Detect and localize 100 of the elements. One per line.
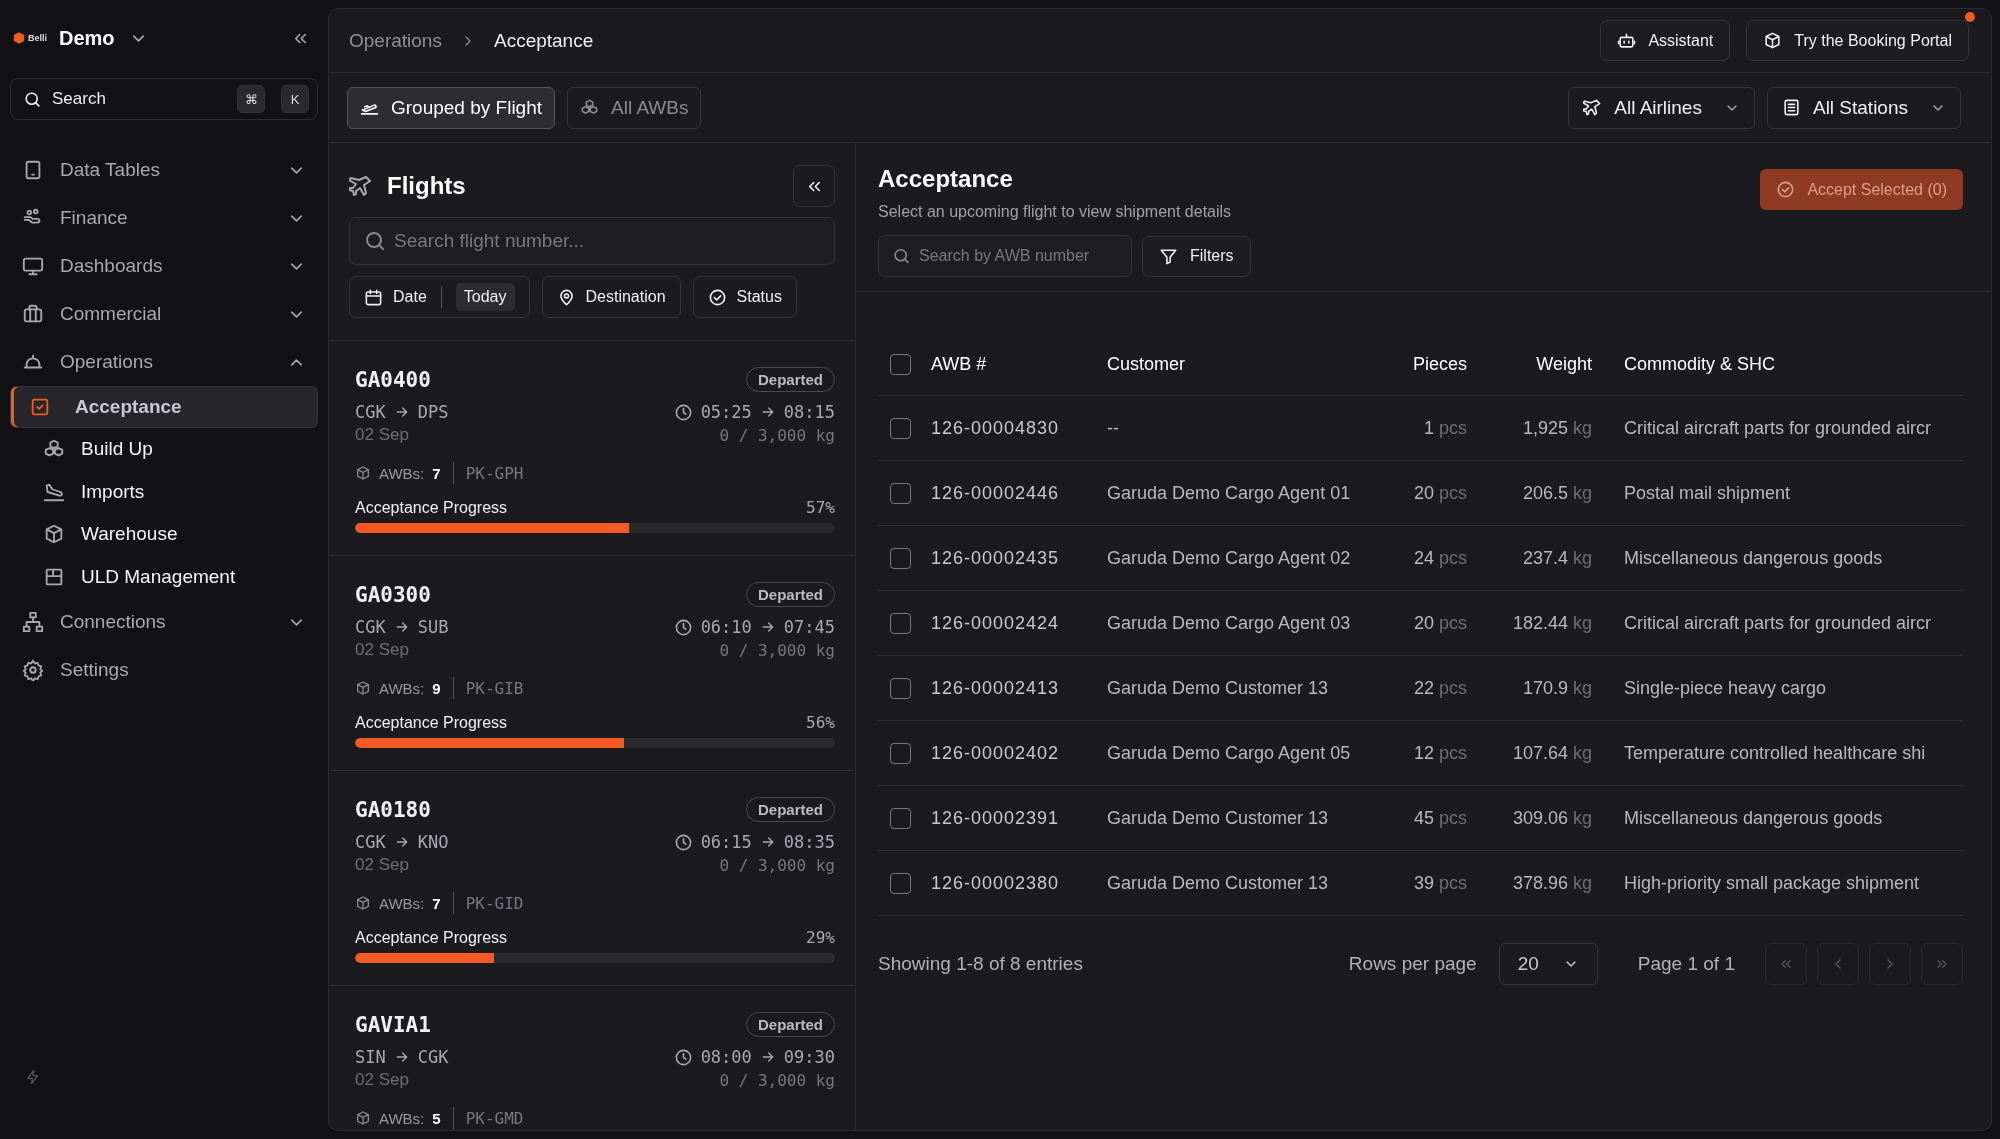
monitor-icon bbox=[22, 255, 44, 277]
flight-card[interactable]: GA0400 Departed CGK DPS 05:25 08:15 02 Sep 0 / 3,000 kg AWBs: 7 PK-GPH Acceptance Progress 57% bbox=[329, 341, 855, 556]
collapse-panel-button[interactable] bbox=[793, 165, 835, 207]
nav-subitem[interactable]: Acceptance bbox=[10, 386, 318, 428]
nav-item[interactable]: Finance bbox=[10, 194, 318, 242]
checkbox[interactable] bbox=[890, 807, 911, 829]
package-icon bbox=[355, 1110, 371, 1126]
search-icon bbox=[23, 89, 42, 109]
view-tab[interactable]: All AWBs bbox=[567, 86, 702, 129]
search-field[interactable]: Search ⌘ K bbox=[10, 78, 318, 120]
progress-label: Acceptance Progress bbox=[355, 498, 508, 517]
checkbox[interactable] bbox=[890, 354, 911, 375]
nav-item[interactable]: Settings bbox=[10, 646, 318, 694]
breadcrumb-item: Acceptance bbox=[493, 29, 594, 52]
subtitle: Select an upcoming flight to view shipment details bbox=[878, 203, 1232, 221]
nav-item[interactable]: Commercial bbox=[10, 290, 318, 338]
search-field[interactable]: Search by AWB number bbox=[878, 235, 1132, 277]
flight-date: 02 Sep bbox=[355, 424, 409, 446]
header-button[interactable]: Assistant bbox=[1600, 20, 1731, 61]
filter-chip[interactable]: Status bbox=[692, 276, 797, 318]
package-icon bbox=[355, 680, 371, 696]
table-cell-text: 126-00002446 bbox=[931, 482, 1061, 504]
awb-count-label: AWBs: bbox=[379, 464, 425, 482]
table-cell-text: 1,925 kg bbox=[1521, 417, 1592, 439]
nav-subitem[interactable]: Build Up bbox=[10, 428, 318, 471]
checkbox[interactable] bbox=[890, 742, 911, 764]
clock-icon bbox=[673, 832, 693, 852]
table-cell-text: 1 pcs bbox=[1422, 417, 1467, 439]
table-cell-text: Miscellaneous dangerous goods bbox=[1623, 807, 1884, 829]
search-field[interactable]: Search flight number... bbox=[349, 217, 835, 265]
shortcut-key: ⌘ bbox=[237, 85, 265, 113]
nav-item[interactable]: Operations bbox=[10, 338, 318, 386]
table-cell-text: Critical aircraft parts for grounded aircr bbox=[1623, 417, 1933, 439]
checkbox[interactable] bbox=[890, 872, 911, 894]
nav-subitem[interactable]: Imports bbox=[10, 470, 318, 513]
aircraft-registration: PK-GIB bbox=[465, 678, 524, 698]
flight-card[interactable]: GA0180 Departed CGK KNO 06:15 08:35 02 Sep 0 / 3,000 kg AWBs: 7 PK-GID Acceptance Progress 29% bbox=[329, 771, 855, 986]
calendar-icon bbox=[364, 287, 383, 307]
clock-icon bbox=[673, 402, 693, 422]
nav-item[interactable]: Data Tables bbox=[10, 146, 318, 194]
checkbox[interactable] bbox=[890, 677, 911, 699]
checkbox[interactable] bbox=[890, 547, 911, 569]
awb-count: 7 bbox=[432, 464, 441, 482]
view-tab[interactable]: Grouped by Flight bbox=[347, 86, 556, 129]
table-cell-text: 126-00002380 bbox=[931, 872, 1061, 894]
flight-card[interactable]: GA0300 Departed CGK SUB 06:10 07:45 02 Sep 0 / 3,000 kg AWBs: 9 PK-GIB Acceptance Progress 56% bbox=[329, 556, 855, 771]
check-square-icon bbox=[29, 396, 51, 418]
filters-button[interactable]: Filters bbox=[1142, 235, 1251, 277]
checkbox[interactable] bbox=[890, 417, 911, 439]
nav-subitem[interactable]: ULD Management bbox=[10, 555, 318, 598]
awb-count: 7 bbox=[432, 894, 441, 912]
cubes-icon bbox=[580, 98, 600, 117]
package-icon bbox=[43, 523, 65, 546]
destination-code: DPS bbox=[417, 402, 449, 422]
checkbox[interactable] bbox=[890, 612, 911, 634]
aircraft-registration: PK-GPH bbox=[465, 463, 524, 483]
filter-dropdown[interactable]: All Airlines bbox=[1568, 86, 1755, 129]
flight-date: 02 Sep bbox=[355, 854, 409, 876]
progress-label: Acceptance Progress bbox=[355, 713, 508, 732]
flight-card[interactable]: GAVIA1 Departed SIN CGK 08:00 09:30 02 Sep 0 / 3,000 kg AWBs: 5 PK-GMD bbox=[329, 986, 855, 1130]
filter-icon bbox=[1159, 246, 1178, 266]
table-cell-text: Garuda Demo Cargo Agent 01 bbox=[1107, 482, 1352, 504]
column-header: AWB # bbox=[931, 354, 988, 375]
filter-chip[interactable]: Date Today bbox=[349, 276, 530, 318]
table-cell-text: Miscellaneous dangerous goods bbox=[1623, 547, 1884, 569]
workspace-switcher[interactable]: Demo bbox=[59, 26, 148, 50]
progress-label: Acceptance Progress bbox=[355, 928, 508, 947]
progress-percent: 29% bbox=[806, 928, 835, 947]
destination-code: CGK bbox=[417, 1047, 449, 1067]
filter-chip[interactable]: Destination bbox=[541, 276, 681, 318]
network-icon bbox=[22, 611, 44, 633]
header-button[interactable]: Try the Booking Portal bbox=[1746, 20, 1969, 61]
load-weight: 0 / 3,000 kg bbox=[719, 640, 835, 660]
departure-time: 08:00 bbox=[700, 1047, 752, 1067]
filter-dropdown[interactable]: All Stations bbox=[1766, 86, 1961, 129]
package-icon bbox=[1763, 31, 1783, 50]
chip-label: Date bbox=[393, 288, 427, 306]
destination-code: KNO bbox=[417, 832, 449, 852]
chip-label: Destination bbox=[585, 288, 666, 306]
rows-per-page-select[interactable]: 20 bbox=[1498, 943, 1598, 985]
table-cell-text: 126-00004830 bbox=[931, 417, 1061, 439]
progress-percent: 57% bbox=[806, 498, 835, 517]
departure-time: 06:10 bbox=[700, 617, 752, 637]
table-cell-text: 20 pcs bbox=[1412, 482, 1467, 504]
table-cell-text: 126-00002435 bbox=[931, 547, 1061, 569]
column-header: Customer bbox=[1107, 354, 1187, 375]
robot-icon bbox=[1617, 31, 1637, 50]
departure-time: 06:15 bbox=[700, 832, 752, 852]
breadcrumb-item[interactable]: Operations bbox=[349, 29, 442, 52]
table-cell-text: 12 pcs bbox=[1412, 742, 1467, 764]
load-weight: 0 / 3,000 kg bbox=[719, 1070, 835, 1090]
briefcase-icon bbox=[22, 303, 44, 325]
column-header: Pieces bbox=[1411, 354, 1467, 375]
nav-item[interactable]: Connections bbox=[10, 598, 318, 646]
nav-subitem[interactable]: Warehouse bbox=[10, 513, 318, 556]
arrival-time: 07:45 bbox=[783, 617, 835, 637]
checkbox[interactable] bbox=[890, 482, 911, 504]
table-cell-text: 237.4 kg bbox=[1521, 547, 1592, 569]
nav-item[interactable]: Dashboards bbox=[10, 242, 318, 290]
check-circle-icon bbox=[1776, 180, 1796, 199]
